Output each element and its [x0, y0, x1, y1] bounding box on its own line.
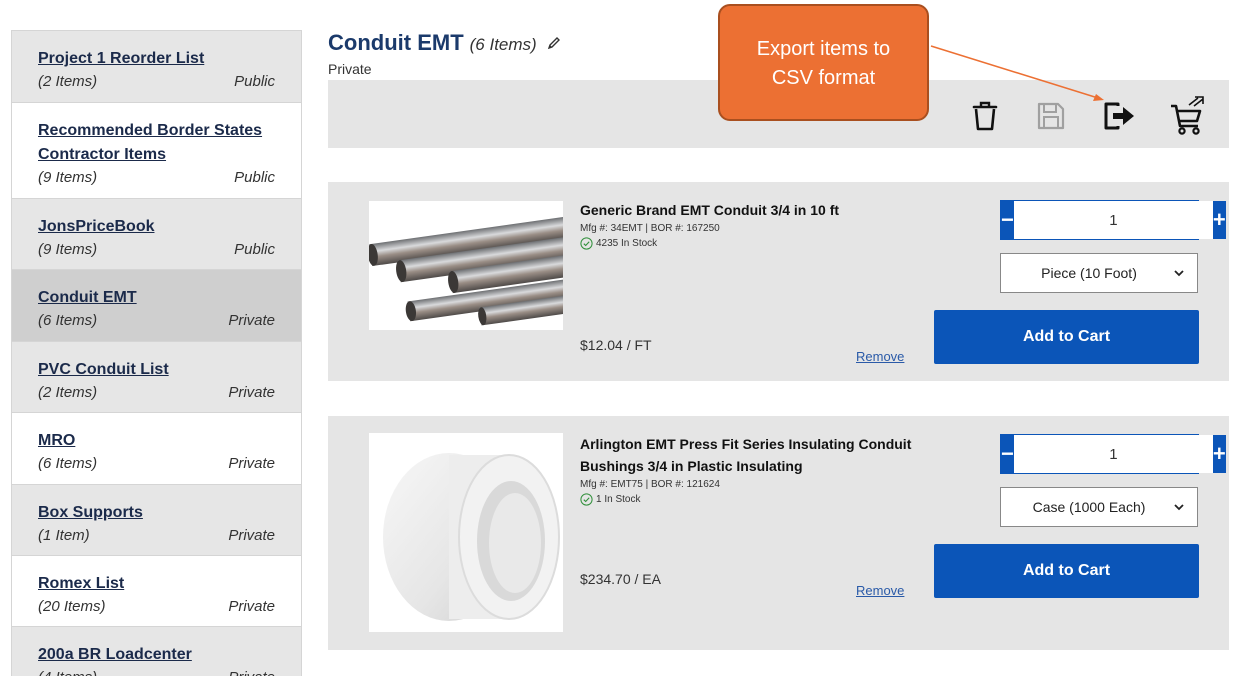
quantity-stepper: − + [1000, 434, 1226, 474]
list-item[interactable]: JonsPriceBook (9 Items) Public [12, 199, 301, 270]
product-mfg: Mfg #: EMT75 | BOR #: 121624 [580, 479, 720, 490]
stock-status: 1 In Stock [580, 493, 640, 506]
product-price: $234.70 / EA [580, 571, 661, 587]
add-to-cart-button[interactable]: Add to Cart [934, 544, 1199, 598]
save-icon[interactable] [1031, 96, 1071, 136]
list-item[interactable]: 200a BR Loadcenter (4 Items) Private [12, 627, 301, 676]
list-item-count: (4 Items) [38, 668, 97, 676]
list-item-count: (6 Items) [38, 312, 98, 329]
list-visibility: Private [228, 668, 275, 676]
list-name-link[interactable]: Recommended Border States Contractor Ite… [38, 119, 268, 167]
quantity-input[interactable] [1013, 201, 1213, 239]
list-name-link[interactable]: 200a BR Loadcenter [38, 643, 268, 667]
increment-button[interactable]: + [1212, 201, 1226, 239]
list-item-count: (9 Items) [38, 241, 98, 258]
check-circle-icon [580, 237, 593, 250]
quantity-input[interactable] [1013, 435, 1213, 473]
list-visibility: Private [228, 598, 275, 615]
uom-value: Case (1000 Each) [1032, 499, 1146, 515]
increment-button[interactable]: + [1212, 435, 1226, 473]
list-visibility: Private [228, 455, 275, 472]
list-item-count: (6 Items) [38, 455, 98, 472]
list-item[interactable]: Box Supports (1 Item) Private [12, 485, 301, 556]
list-name-link[interactable]: PVC Conduit List [38, 358, 268, 382]
product-image-bushing[interactable] [369, 433, 563, 632]
list-item[interactable]: Romex List (20 Items) Private [12, 556, 301, 627]
list-visibility: Public [234, 73, 275, 90]
list-title: Conduit EMT [328, 30, 464, 55]
chevron-down-icon [1174, 270, 1184, 277]
list-visibility: Private [228, 384, 275, 401]
trash-icon[interactable] [965, 96, 1005, 136]
list-item-count: (20 Items) [38, 598, 106, 615]
uom-value: Piece (10 Foot) [1041, 265, 1137, 281]
export-icon[interactable] [1099, 96, 1139, 136]
list-name-link[interactable]: Project 1 Reorder List [38, 47, 268, 71]
check-circle-icon [580, 493, 593, 506]
list-item-count: (9 Items) [38, 169, 98, 186]
list-visibility: Private [228, 527, 275, 544]
decrement-button[interactable]: − [1001, 435, 1014, 473]
chevron-down-icon [1174, 504, 1184, 511]
decrement-button[interactable]: − [1001, 201, 1014, 239]
product-name[interactable]: Generic Brand EMT Conduit 3/4 in 10 ft [580, 199, 930, 221]
product-name[interactable]: Arlington EMT Press Fit Series Insulatin… [580, 433, 930, 477]
add-to-cart-button[interactable]: Add to Cart [934, 310, 1199, 364]
list-item-selected[interactable]: Conduit EMT (6 Items) Private [12, 270, 301, 342]
list-item[interactable]: PVC Conduit List (2 Items) Private [12, 342, 301, 413]
export-callout: Export items to CSV format [718, 4, 929, 121]
product-image-conduit[interactable] [369, 201, 563, 330]
list-item[interactable]: Recommended Border States Contractor Ite… [12, 103, 301, 199]
list-visibility: Public [234, 241, 275, 258]
list-name-link[interactable]: Romex List [38, 572, 268, 596]
stock-status: 4235 In Stock [580, 237, 657, 250]
remove-link[interactable]: Remove [856, 349, 904, 364]
product-card: Generic Brand EMT Conduit 3/4 in 10 ft M… [328, 182, 1229, 381]
stock-text: 4235 In Stock [596, 238, 658, 249]
product-mfg: Mfg #: 34EMT | BOR #: 167250 [580, 223, 720, 234]
shopping-list-sidebar: Project 1 Reorder List (2 Items) Public … [11, 30, 302, 676]
list-item[interactable]: MRO (6 Items) Private [12, 413, 301, 485]
list-item-count: (2 Items) [38, 384, 98, 401]
list-visibility: Private [228, 312, 275, 329]
pencil-icon[interactable] [547, 36, 561, 50]
list-privacy: Private [328, 61, 372, 77]
remove-link[interactable]: Remove [856, 583, 904, 598]
unit-of-measure-select[interactable]: Piece (10 Foot) [1000, 253, 1198, 293]
page-title: Conduit EMT (6 Items) [328, 30, 561, 56]
list-name-link[interactable]: MRO [38, 429, 268, 453]
stock-text: 1 In Stock [596, 494, 641, 505]
quantity-stepper: − + [1000, 200, 1226, 240]
callout-line-1: Export items to [756, 38, 891, 60]
callout-line-2: CSV format [771, 67, 876, 89]
product-card: Arlington EMT Press Fit Series Insulatin… [328, 416, 1229, 650]
list-item-count: (2 Items) [38, 73, 98, 90]
list-title-count: (6 Items) [469, 35, 537, 54]
list-name-link[interactable]: Conduit EMT [38, 286, 268, 310]
list-name-link[interactable]: Box Supports [38, 501, 268, 525]
list-item[interactable]: Project 1 Reorder List (2 Items) Public [12, 31, 301, 103]
add-all-to-cart-icon[interactable] [1168, 96, 1208, 136]
product-price: $12.04 / FT [580, 337, 652, 353]
list-name-link[interactable]: JonsPriceBook [38, 215, 268, 239]
list-item-count: (1 Item) [38, 527, 90, 544]
list-visibility: Public [234, 169, 275, 186]
unit-of-measure-select[interactable]: Case (1000 Each) [1000, 487, 1198, 527]
